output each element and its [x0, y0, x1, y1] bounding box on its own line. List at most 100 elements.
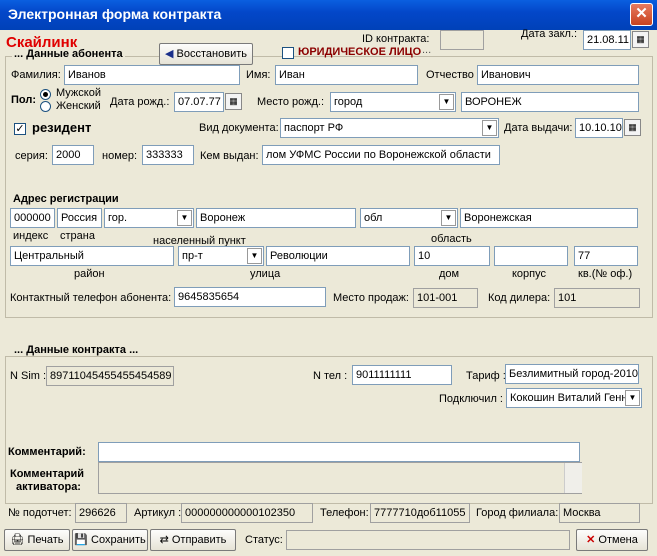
apartment-field[interactable]: 77 — [574, 246, 638, 266]
country-field[interactable]: Россия — [57, 208, 102, 228]
postal-index-field[interactable]: 000000 — [10, 208, 55, 228]
surname-field[interactable]: Иванов — [64, 65, 240, 85]
birth-date-label: Дата рожд.: — [110, 96, 170, 108]
footer-phone-field: 7777710доб11055 — [370, 503, 470, 523]
cancel-button[interactable]: ✕ Отмена — [576, 529, 648, 551]
house-field[interactable]: 10 — [414, 246, 490, 266]
gender-female-radio[interactable] — [40, 101, 51, 112]
contract-phone-label: N тел : — [313, 370, 348, 382]
legal-entity-label: ЮРИДИЧЕСКОЕ ЛИЦО — [298, 46, 422, 58]
save-button[interactable]: 💾 Сохранить — [72, 529, 148, 551]
report-label: № подотчет: — [8, 507, 72, 519]
status-label: Статус: — [245, 534, 283, 546]
sale-place-field: 101-001 — [413, 288, 478, 308]
tariff-label: Тариф : — [466, 370, 506, 382]
number-field[interactable]: 333333 — [142, 145, 194, 165]
contract-id-field — [440, 30, 484, 50]
sim-label: N Sim : — [10, 370, 47, 382]
document-type-select[interactable]: паспорт РФ ▼ — [280, 118, 499, 138]
address-title: Адрес регистрации — [13, 193, 119, 205]
contract-phone-field[interactable]: 9011111111 — [352, 365, 452, 385]
tariff-field[interactable]: Безлимитный город-2010 — [505, 364, 639, 384]
calendar-icon[interactable]: ▦ — [624, 119, 641, 136]
send-button[interactable]: ⇄ Отправить — [150, 529, 236, 551]
arrow-left-icon: ◀ — [165, 48, 174, 60]
gender-male-label: Мужской — [56, 87, 101, 99]
footer-phone-label: Телефон: — [320, 507, 369, 519]
house-caption: дом — [439, 268, 460, 280]
building-field[interactable] — [494, 246, 568, 266]
birthplace-label: Место рожд.: — [257, 96, 324, 108]
issue-date-field[interactable]: 10.10.10 — [575, 118, 623, 138]
article-label: Артикул : — [134, 507, 182, 519]
country-caption: страна — [60, 230, 95, 242]
contract-legend: ... Данные контракта ... — [12, 344, 141, 356]
issue-date-label: Дата выдачи: — [504, 122, 573, 134]
contract-date-field[interactable]: 21.08.11 — [583, 30, 631, 50]
comment-field[interactable] — [98, 442, 580, 462]
floppy-icon: 💾 — [74, 534, 88, 546]
region-field[interactable]: Воронежская — [460, 208, 638, 228]
issuer-field[interactable]: лом УФМС России по Воронежской области — [262, 145, 500, 165]
district-field[interactable]: Центральный — [10, 246, 174, 266]
legal-entity-dots: ... — [422, 44, 432, 56]
birth-date-field[interactable]: 07.07.77 — [174, 92, 224, 112]
surname-label: Фамилия: — [11, 69, 61, 81]
chevron-down-icon: ▼ — [482, 120, 497, 136]
series-label: серия: — [15, 150, 48, 162]
activator-comment-scrollbar[interactable] — [564, 463, 582, 493]
sale-place-label: Место продаж: — [333, 292, 409, 304]
article-field: 000000000000102350 — [181, 503, 313, 523]
patronymic-field[interactable]: Иванович — [477, 65, 639, 85]
send-icon: ⇄ — [159, 534, 169, 546]
document-type-label: Вид документа: — [199, 122, 279, 134]
print-button[interactable]: 🖨 Печать — [4, 529, 70, 551]
apartment-caption: кв.(№ оф.) — [578, 268, 633, 280]
dealer-code-field: 101 — [554, 288, 640, 308]
printer-icon: 🖨 — [10, 534, 25, 546]
contact-phone-label: Контактный телефон абонента: — [10, 292, 172, 304]
close-icon: ✕ — [586, 534, 596, 546]
region-type-select[interactable]: обл ▼ — [360, 208, 458, 228]
status-field — [286, 530, 570, 550]
name-field[interactable]: Иван — [275, 65, 418, 85]
chevron-down-icon: ▼ — [247, 248, 262, 264]
chevron-down-icon: ▼ — [441, 210, 456, 226]
birthplace-type-select[interactable]: город ▼ — [330, 92, 456, 112]
activator-comment-label-1: Комментарий — [10, 468, 85, 480]
contact-phone-field[interactable]: 9645835654 — [174, 287, 326, 307]
contract-id-label: ID контракта: — [362, 33, 430, 45]
branch-city-field: Москва — [559, 503, 640, 523]
chevron-down-icon: ▼ — [439, 94, 454, 110]
report-field: 296626 — [75, 503, 127, 523]
building-caption: корпус — [512, 268, 547, 280]
street-type-select[interactable]: пр-т ▼ — [178, 246, 264, 266]
birthplace-field[interactable]: ВОРОНЕЖ — [461, 92, 639, 112]
close-button[interactable]: ✕ — [630, 3, 653, 26]
comment-label: Комментарий: — [8, 446, 86, 458]
subscriber-legend: ... Данные абонента — [12, 48, 125, 60]
street-caption: улица — [250, 268, 281, 280]
sim-field: 89711045455455454589 — [46, 366, 174, 386]
restore-button[interactable]: ◀ Восстановить — [159, 43, 253, 65]
calendar-icon[interactable]: ▦ — [632, 31, 649, 48]
street-field[interactable]: Революции — [266, 246, 410, 266]
gender-male-radio[interactable] — [40, 89, 51, 100]
settlement-type-select[interactable]: гор. ▼ — [104, 208, 194, 228]
resident-checkbox[interactable]: ✓ — [14, 123, 26, 135]
window-title: Электронная форма контракта — [8, 6, 222, 22]
postal-index-caption: индекс — [13, 230, 49, 242]
district-caption: район — [74, 268, 105, 280]
issuer-label: Кем выдан: — [200, 150, 259, 162]
legal-entity-checkbox[interactable] — [282, 47, 294, 59]
series-field[interactable]: 2000 — [52, 145, 94, 165]
chevron-down-icon: ▼ — [625, 390, 640, 406]
calendar-icon[interactable]: ▦ — [225, 93, 242, 110]
connected-by-label: Подключил : — [439, 393, 503, 405]
chevron-down-icon: ▼ — [177, 210, 192, 226]
connected-by-select[interactable]: Кокошин Виталий Генн ▼ — [506, 388, 642, 408]
dealer-code-label: Код дилера: — [488, 292, 551, 304]
settlement-field[interactable]: Воронеж — [196, 208, 356, 228]
region-caption: область — [431, 233, 472, 245]
resident-label: резидент — [32, 120, 92, 135]
